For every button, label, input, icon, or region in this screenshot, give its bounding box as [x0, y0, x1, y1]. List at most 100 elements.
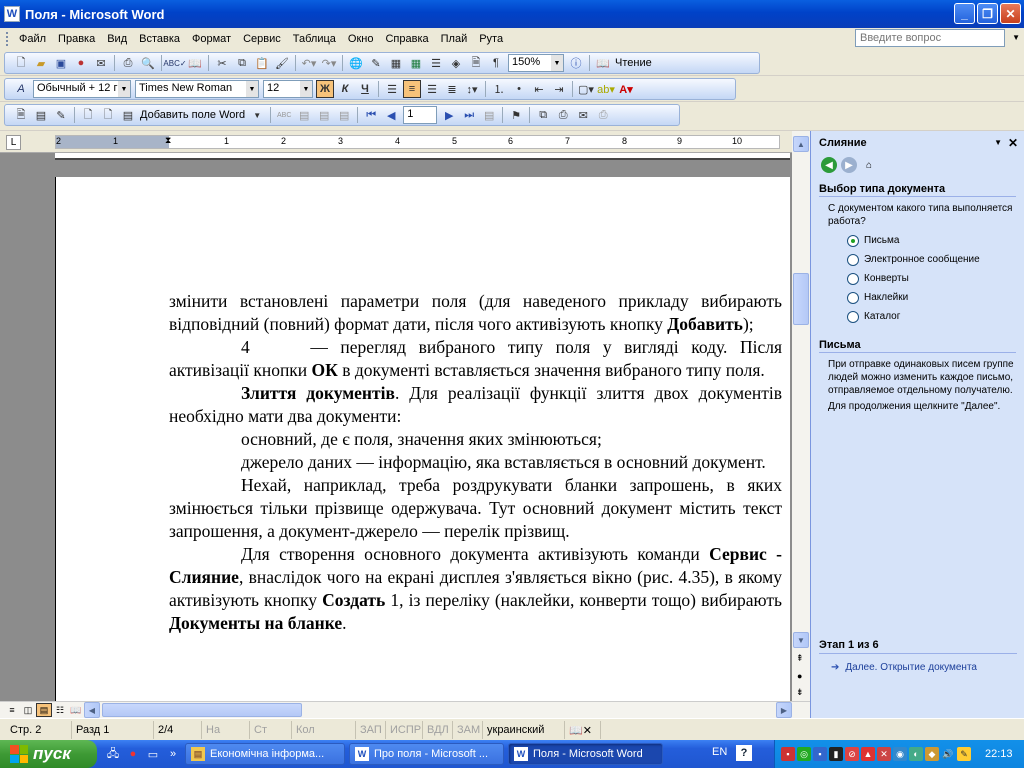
font-combo[interactable]: Times New Roman ▼ — [135, 80, 259, 98]
language-indicator[interactable]: EN — [712, 746, 727, 758]
drawing-icon[interactable]: ◈ — [447, 54, 465, 72]
more-icon[interactable]: » — [165, 746, 181, 762]
opera-icon[interactable]: ● — [125, 746, 141, 762]
borders-icon[interactable]: ▢▾ — [577, 80, 595, 98]
help-icon[interactable]: ⓘ — [567, 54, 585, 72]
underline-button[interactable]: Ч — [356, 80, 374, 98]
insert-table-icon[interactable]: ▦ — [387, 54, 405, 72]
paragraph[interactable]: основний, де є поля, значення яких зміню… — [169, 428, 782, 451]
redo-icon[interactable]: ↷▾ — [320, 54, 338, 72]
spelling-status-icon[interactable]: 📖✕ — [565, 720, 601, 739]
merge-to-fax-icon[interactable]: ⎙ — [594, 106, 612, 124]
chevron-down-icon[interactable]: ▼ — [118, 81, 130, 97]
font-size-combo[interactable]: 12 ▼ — [263, 80, 313, 98]
align-center-icon[interactable]: ≡ — [403, 80, 421, 98]
scroll-thumb[interactable] — [793, 273, 809, 325]
paragraph[interactable]: джерело даних — інформацію, яка вставляє… — [169, 451, 782, 474]
open-icon[interactable]: ▰ — [32, 54, 50, 72]
start-button[interactable]: пуск — [0, 740, 97, 768]
ruler-strip[interactable]: 2 1 1 2 3 4 5 6 7 8 9 10 ⧗ — [55, 135, 780, 149]
next-page-icon[interactable]: ⇟ — [796, 687, 804, 698]
tray-icon[interactable]: ▪ — [781, 747, 795, 761]
menu-edit[interactable]: Правка — [52, 33, 101, 45]
paragraph[interactable]: змінити встановлені параметри поля (для … — [169, 290, 782, 336]
highlight-icon[interactable]: ab▾ — [597, 80, 615, 98]
style-combo[interactable]: Обычный + 12 г ▼ — [33, 80, 131, 98]
menu-file[interactable]: Файл — [13, 33, 52, 45]
italic-button[interactable]: К — [336, 80, 354, 98]
volume-icon[interactable]: 🔊 — [941, 747, 955, 761]
bullets-icon[interactable]: • — [510, 80, 528, 98]
merge-to-email-icon[interactable]: ✉ — [574, 106, 592, 124]
normal-view-icon[interactable]: ≡ — [4, 703, 20, 717]
radio-unchecked[interactable] — [847, 310, 859, 323]
scroll-left-icon[interactable]: ◀ — [84, 702, 100, 718]
browse-object-icon[interactable]: ● — [797, 671, 802, 681]
clock[interactable]: 22:13 — [985, 748, 1013, 760]
save-icon[interactable]: ▣ — [52, 54, 70, 72]
research-icon[interactable]: 📖 — [186, 54, 204, 72]
chevron-down-icon[interactable]: ▼ — [246, 81, 258, 97]
first-record-icon[interactable]: ⏮ — [362, 106, 380, 124]
tray-icon[interactable]: ◐ — [909, 747, 923, 761]
decrease-indent-icon[interactable]: ⇤ — [530, 80, 548, 98]
tray-icon[interactable]: ◉ — [893, 747, 907, 761]
tab-selector[interactable]: L — [6, 135, 21, 150]
highlight-fields-icon[interactable]: ▤ — [295, 106, 313, 124]
reading-view-icon[interactable]: 📖 — [68, 703, 84, 717]
radio-envelopes[interactable]: Конверты — [847, 272, 1024, 285]
chevron-down-icon[interactable]: ▼ — [551, 55, 563, 71]
document-area[interactable]: змінити встановлені параметри поля (для … — [0, 153, 792, 701]
next-step-link[interactable]: ➔ Далее. Открытие документа — [831, 662, 1017, 673]
format-painter-icon[interactable]: 🖌 — [273, 54, 291, 72]
hyperlink-icon[interactable]: 🌐 — [347, 54, 365, 72]
print-preview-icon[interactable]: 🔍 — [139, 54, 157, 72]
radio-letters[interactable]: Письма — [847, 234, 1024, 247]
document-map-icon[interactable]: 🗎 — [467, 54, 485, 72]
tray-icon[interactable]: ✕ — [877, 747, 891, 761]
back-icon[interactable]: ◀ — [821, 157, 837, 173]
restore-button[interactable]: ❐ — [977, 3, 998, 24]
show-desktop-icon[interactable]: ▭ — [145, 746, 161, 762]
bold-button[interactable]: Ж — [316, 80, 334, 98]
paragraph[interactable]: Нехай, наприклад, треба роздрукувати бла… — [169, 474, 782, 543]
network-icon[interactable]: 🖧 — [105, 746, 121, 762]
help-dropdown-icon[interactable]: ▼ — [1012, 33, 1020, 42]
tray-icon[interactable]: ◆ — [925, 747, 939, 761]
insert-excel-icon[interactable]: ▦ — [407, 54, 425, 72]
cut-icon[interactable]: ✂ — [213, 54, 231, 72]
spelling-icon[interactable]: ABC✓ — [163, 54, 186, 72]
radio-checked[interactable] — [847, 234, 859, 247]
tray-icon[interactable]: ◎ — [797, 747, 811, 761]
propagate-labels-icon[interactable]: ▤ — [335, 106, 353, 124]
record-number-input[interactable]: 1 — [403, 106, 438, 124]
chevron-down-icon[interactable]: ▼ — [248, 106, 266, 124]
scroll-down-icon[interactable]: ▼ — [793, 632, 809, 648]
justify-icon[interactable]: ≣ — [443, 80, 461, 98]
menu-help[interactable]: Справка — [379, 33, 434, 45]
insert-word-field-button[interactable]: Добавить поле Word — [138, 109, 247, 121]
web-view-icon[interactable]: ◫ — [20, 703, 36, 717]
chevron-down-icon[interactable]: ▼ — [300, 81, 312, 97]
print-icon[interactable]: ⎙ — [119, 54, 137, 72]
menu-tools[interactable]: Сервис — [237, 33, 287, 45]
radio-directory[interactable]: Каталог — [847, 310, 1024, 323]
show-hide-icon[interactable]: ¶ — [487, 54, 505, 72]
match-fields-icon[interactable]: ▤ — [315, 106, 333, 124]
font-color-icon[interactable]: A▾ — [617, 80, 635, 98]
menu-grip[interactable] — [6, 32, 9, 46]
antivirus-icon[interactable]: ▲ — [861, 747, 875, 761]
status-trk[interactable]: ИСПР — [386, 720, 423, 739]
menu-insert[interactable]: Вставка — [133, 33, 186, 45]
previous-page-icon[interactable]: ⇞ — [796, 653, 804, 664]
radio-unchecked[interactable] — [847, 291, 859, 304]
paragraph[interactable]: Злиття документів. Для реалізації функці… — [169, 382, 782, 428]
recipients-icon[interactable]: ✎ — [52, 106, 70, 124]
styles-icon[interactable]: A — [12, 80, 30, 98]
paragraph[interactable]: 4 — перегляд вибраного типу поля у вигля… — [169, 336, 782, 382]
new-document-icon[interactable]: 🗋 — [12, 54, 30, 72]
email-icon[interactable]: ✉ — [92, 54, 110, 72]
permission-icon[interactable]: ● — [72, 54, 90, 72]
paste-icon[interactable]: 📋 — [253, 54, 271, 72]
tray-icon[interactable]: ⊘ — [845, 747, 859, 761]
